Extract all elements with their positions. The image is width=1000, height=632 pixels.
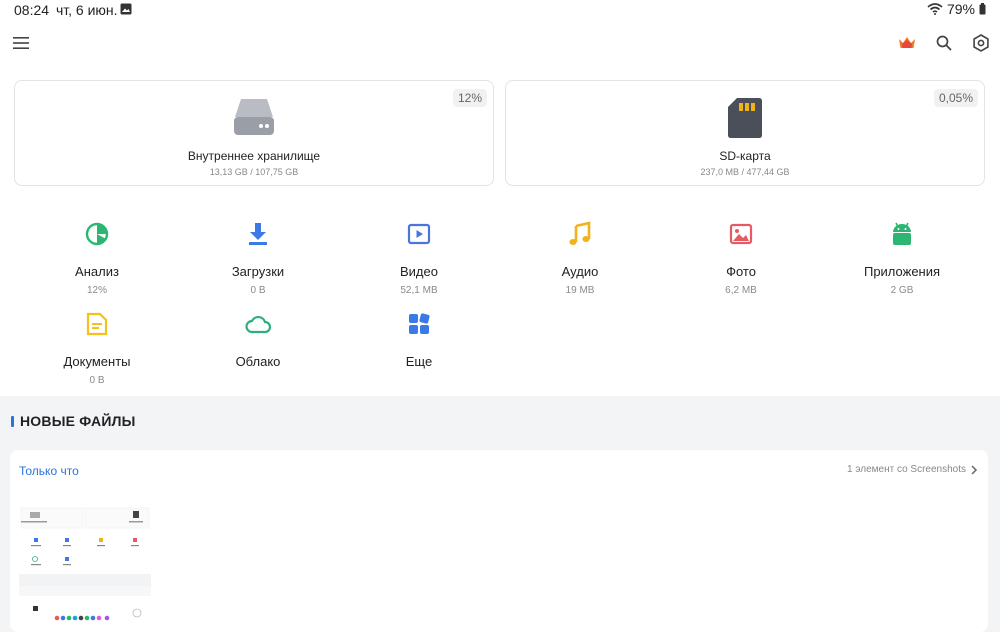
category-label: Анализ (75, 264, 119, 279)
chevron-right-icon (971, 464, 978, 475)
storage-usage: 237,0 MB / 477,44 GB (700, 167, 790, 177)
more-grid-icon (409, 313, 430, 334)
recent-group-card: Только что 1 элемент со Screenshots (10, 450, 988, 632)
category-value: 19 MB (565, 285, 595, 296)
top-app-bar (0, 28, 1000, 60)
download-icon (249, 223, 267, 245)
screenshot-preview (19, 506, 151, 632)
status-bar: 08:24 чт, 6 июн. 79% (0, 0, 1000, 20)
category-analysis[interactable]: Анализ 12% (17, 221, 177, 296)
category-photo[interactable]: Фото 6,2 MB (661, 221, 821, 296)
category-audio[interactable]: Аудио 19 MB (500, 221, 660, 296)
storage-name: SD-карта (719, 149, 771, 163)
storage-usage: 13,13 GB / 107,75 GB (209, 167, 299, 177)
recent-group-link[interactable]: 1 элемент со Screenshots (847, 464, 978, 475)
category-value: 12% (86, 285, 107, 296)
sd-card-icon (728, 98, 762, 138)
category-label: Облако (235, 354, 281, 369)
search-icon[interactable] (932, 31, 956, 55)
recent-group-label: Только что (19, 464, 79, 478)
category-value: 0 B (250, 285, 266, 296)
category-value: 52,1 MB (400, 285, 438, 296)
category-downloads[interactable]: Загрузки 0 B (178, 221, 338, 296)
sd-card-storage-card[interactable]: 0,05% SD-карта 237,0 MB / 477,44 GB (505, 80, 985, 186)
wifi-icon (927, 3, 943, 15)
category-label: Видео (400, 264, 438, 279)
category-video[interactable]: Видео 52,1 MB (339, 221, 499, 296)
category-label: Еще (405, 354, 433, 369)
hard-drive-icon (234, 99, 274, 135)
menu-icon[interactable] (9, 31, 33, 55)
category-value: 2 GB (890, 285, 914, 296)
android-icon (893, 222, 911, 245)
storage-percent: 12% (452, 89, 487, 107)
category-label: Загрузки (231, 264, 285, 279)
settings-icon[interactable] (969, 31, 993, 55)
status-time: 08:24 (14, 2, 50, 18)
cloud-icon (245, 315, 272, 334)
category-label: Аудио (561, 264, 599, 279)
screenshot-thumbnail[interactable] (19, 506, 151, 632)
video-icon (407, 223, 431, 245)
gallery-notification-icon (120, 3, 132, 15)
category-value: 6,2 MB (725, 285, 757, 296)
document-icon (86, 312, 108, 336)
recent-group-info: 1 элемент со Screenshots (847, 464, 966, 475)
storage-name: Внутреннее хранилище (187, 149, 321, 163)
recent-files-title: НОВЫЕ ФАЙЛЫ (20, 413, 136, 429)
premium-crown-icon[interactable] (895, 31, 919, 55)
storage-percent: 0,05% (933, 89, 978, 107)
category-label: Документы (63, 354, 131, 369)
status-date: чт, 6 июн. (56, 2, 118, 18)
internal-storage-card[interactable]: 12% Внутреннее хранилище 13,13 GB / 107,… (14, 80, 494, 186)
battery-percent: 79% (946, 1, 975, 17)
category-cloud[interactable]: Облако (178, 311, 338, 369)
category-label: Приложения (863, 264, 941, 279)
analysis-icon (85, 222, 109, 246)
category-label: Фото (726, 264, 756, 279)
category-more[interactable]: Еще (339, 311, 499, 369)
section-marker (11, 416, 14, 427)
category-apps[interactable]: Приложения 2 GB (822, 221, 982, 296)
category-value: 0 B (89, 375, 105, 386)
battery-icon (979, 3, 986, 15)
music-icon (569, 221, 591, 245)
photo-icon (729, 223, 753, 245)
status-right: 79% (927, 1, 986, 17)
category-documents[interactable]: Документы 0 B (17, 311, 177, 386)
